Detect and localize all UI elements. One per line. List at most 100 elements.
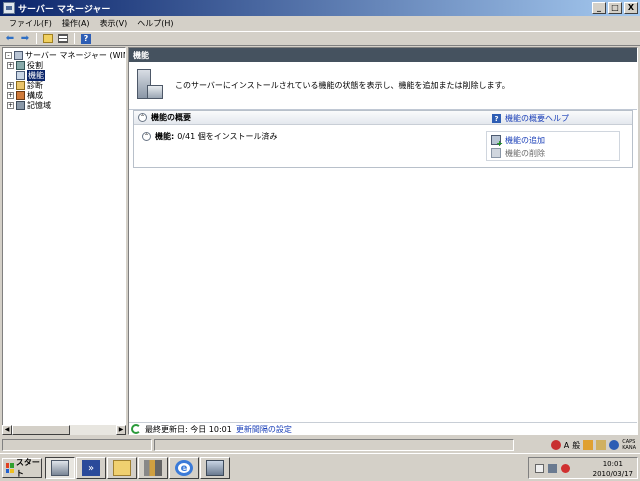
system-clock[interactable]: 10:01 2010/03/17 <box>593 459 633 479</box>
remove-features-icon <box>491 148 501 158</box>
taskbar: スタート » e 10:01 2010/03/17 <box>0 453 640 481</box>
refresh-icon[interactable] <box>131 424 141 434</box>
add-features-icon <box>491 135 503 148</box>
toolbar-separator <box>36 33 37 44</box>
features-summary-help-link[interactable]: ? 機能の概要ヘルプ <box>492 113 569 124</box>
remote-desktop-icon <box>206 460 224 476</box>
features-icon <box>16 70 25 80</box>
add-features-link[interactable]: 機能の追加 <box>491 134 545 148</box>
close-button[interactable]: X <box>624 2 638 14</box>
tree-item-label: 記憶域 <box>27 100 51 110</box>
clock-time: 10:01 <box>602 460 623 468</box>
title-bar: サーバー マネージャー _ □ X <box>0 0 640 16</box>
ime-conversion-mode[interactable]: 般 <box>572 440 580 451</box>
folder-icon <box>113 460 131 476</box>
menu-file[interactable]: ファイル(F) <box>4 18 57 29</box>
tree-expand-toggle[interactable]: + <box>7 81 14 89</box>
ime-pad-icon[interactable] <box>583 440 594 450</box>
remove-features-link[interactable]: 機能の削除 <box>491 147 545 159</box>
maximize-button[interactable]: □ <box>608 2 622 14</box>
network-icon[interactable] <box>548 464 557 473</box>
tree-item-roles[interactable]: + 役割 <box>7 60 43 70</box>
add-features-label: 機能の追加 <box>505 135 545 145</box>
intro-area: このサーバーにインストールされている機能の状態を表示し、機能を追加または削除しま… <box>129 62 637 110</box>
section-header: ⌃ 機能の概要 ? 機能の概要ヘルプ <box>134 111 632 125</box>
menu-help[interactable]: ヘルプ(H) <box>132 18 178 29</box>
navigation-tree[interactable]: - サーバー マネージャー (WIN-EA095 + 役割 機能 + 診断 + … <box>2 47 126 435</box>
toolbar-separator <box>74 33 75 44</box>
ime-input-mode[interactable]: A <box>564 441 569 450</box>
status-cell <box>2 439 152 451</box>
tree-collapse-toggle[interactable]: - <box>5 51 12 59</box>
tree-expand-toggle[interactable]: + <box>7 101 14 109</box>
taskbar-admin-tools[interactable] <box>138 457 168 479</box>
start-label: スタート <box>15 458 40 478</box>
taskbar-server-manager[interactable] <box>45 457 75 479</box>
roles-icon <box>16 60 25 70</box>
minimize-button[interactable]: _ <box>592 2 606 14</box>
show-hide-tree-button[interactable] <box>57 33 69 44</box>
configure-refresh-link[interactable]: 更新間隔の設定 <box>236 424 292 435</box>
section-body: ⌃ 機能: 0/41 個をインストール済み 機能の追加 機能の削除 <box>134 125 632 167</box>
status-cell <box>154 439 514 451</box>
caps-kana-indicator: CAPS KANA <box>622 439 636 451</box>
up-folder-icon <box>43 34 53 43</box>
features-large-icon <box>137 68 163 103</box>
collapse-section-button[interactable]: ⌃ <box>138 113 147 122</box>
actions-box: 機能の追加 機能の削除 <box>486 131 620 161</box>
window-controls: _ □ X <box>592 2 638 14</box>
flag-icon[interactable] <box>535 464 544 473</box>
scroll-left-button[interactable]: ◀ <box>2 425 12 435</box>
scroll-right-button[interactable]: ▶ <box>116 425 126 435</box>
tree-root-server-manager[interactable]: - サーバー マネージャー (WIN-EA095 <box>5 50 125 60</box>
up-folder-button[interactable] <box>42 33 54 44</box>
tree-item-configuration[interactable]: + 構成 <box>7 90 43 100</box>
last-refresh-text: 最終更新日: 今日 10:01 <box>145 424 232 434</box>
taskbar-powershell[interactable]: » <box>76 457 106 479</box>
server-icon <box>14 50 23 60</box>
status-bar: A 般 CAPS KANA <box>0 438 640 452</box>
collapse-features-button[interactable]: ⌃ <box>142 132 151 141</box>
notification-area: 10:01 2010/03/17 <box>528 457 638 479</box>
help-icon: ? <box>492 114 501 123</box>
menu-view[interactable]: 表示(V) <box>95 18 133 29</box>
taskbar-explorer[interactable] <box>107 457 137 479</box>
help-icon: ? <box>81 33 91 44</box>
back-arrow-icon[interactable]: ⬅ <box>4 33 16 44</box>
diagnostics-icon <box>16 80 25 90</box>
tree-horizontal-scrollbar[interactable]: ◀ ▶ <box>2 425 126 435</box>
toolbar: ⬅ ➡ ? <box>0 31 640 46</box>
window-title: サーバー マネージャー <box>18 4 111 15</box>
help-link-label: 機能の概要ヘルプ <box>505 114 569 123</box>
forward-arrow-icon[interactable]: ➡ <box>19 33 31 44</box>
volume-icon[interactable] <box>561 464 570 473</box>
tree-expand-toggle[interactable]: + <box>7 91 14 99</box>
internet-explorer-icon: e <box>175 460 193 476</box>
configuration-icon <box>16 90 25 100</box>
help-button[interactable]: ? <box>80 33 92 44</box>
taskbar-remote-desktop[interactable] <box>200 457 230 479</box>
clock-date: 2010/03/17 <box>592 470 633 478</box>
content-header: 機能 <box>129 48 637 62</box>
admin-tools-icon <box>144 460 162 476</box>
ime-help-icon[interactable] <box>609 440 620 450</box>
windows-logo-icon <box>6 463 14 473</box>
tree-expand-toggle[interactable]: + <box>7 61 14 69</box>
menu-bar: ファイル(F) 操作(A) 表示(V) ヘルプ(H) <box>0 16 640 31</box>
scroll-thumb[interactable] <box>12 425 70 435</box>
tray-icons <box>535 464 570 473</box>
features-status-row: ⌃ 機能: 0/41 個をインストール済み <box>142 131 278 142</box>
tree-item-storage[interactable]: + 記憶域 <box>7 100 51 110</box>
taskbar-internet-explorer[interactable]: e <box>169 457 199 479</box>
menu-action[interactable]: 操作(A) <box>57 18 95 29</box>
features-summary-section: ⌃ 機能の概要 ? 機能の概要ヘルプ ⌃ 機能: 0/41 個をインストール済み… <box>133 110 633 168</box>
ime-icon[interactable] <box>550 440 561 450</box>
tree-item-features[interactable]: 機能 <box>16 69 45 81</box>
start-button[interactable]: スタート <box>2 458 42 478</box>
refresh-bar: 最終更新日: 今日 10:01 更新間隔の設定 <box>129 422 637 435</box>
ime-tools-icon[interactable] <box>596 440 607 450</box>
tree-item-diagnostics[interactable]: + 診断 <box>7 80 43 90</box>
status-label: 機能: <box>155 132 175 141</box>
server-manager-icon <box>3 2 15 14</box>
intro-description: このサーバーにインストールされている機能の状態を表示し、機能を追加または削除しま… <box>175 81 510 90</box>
